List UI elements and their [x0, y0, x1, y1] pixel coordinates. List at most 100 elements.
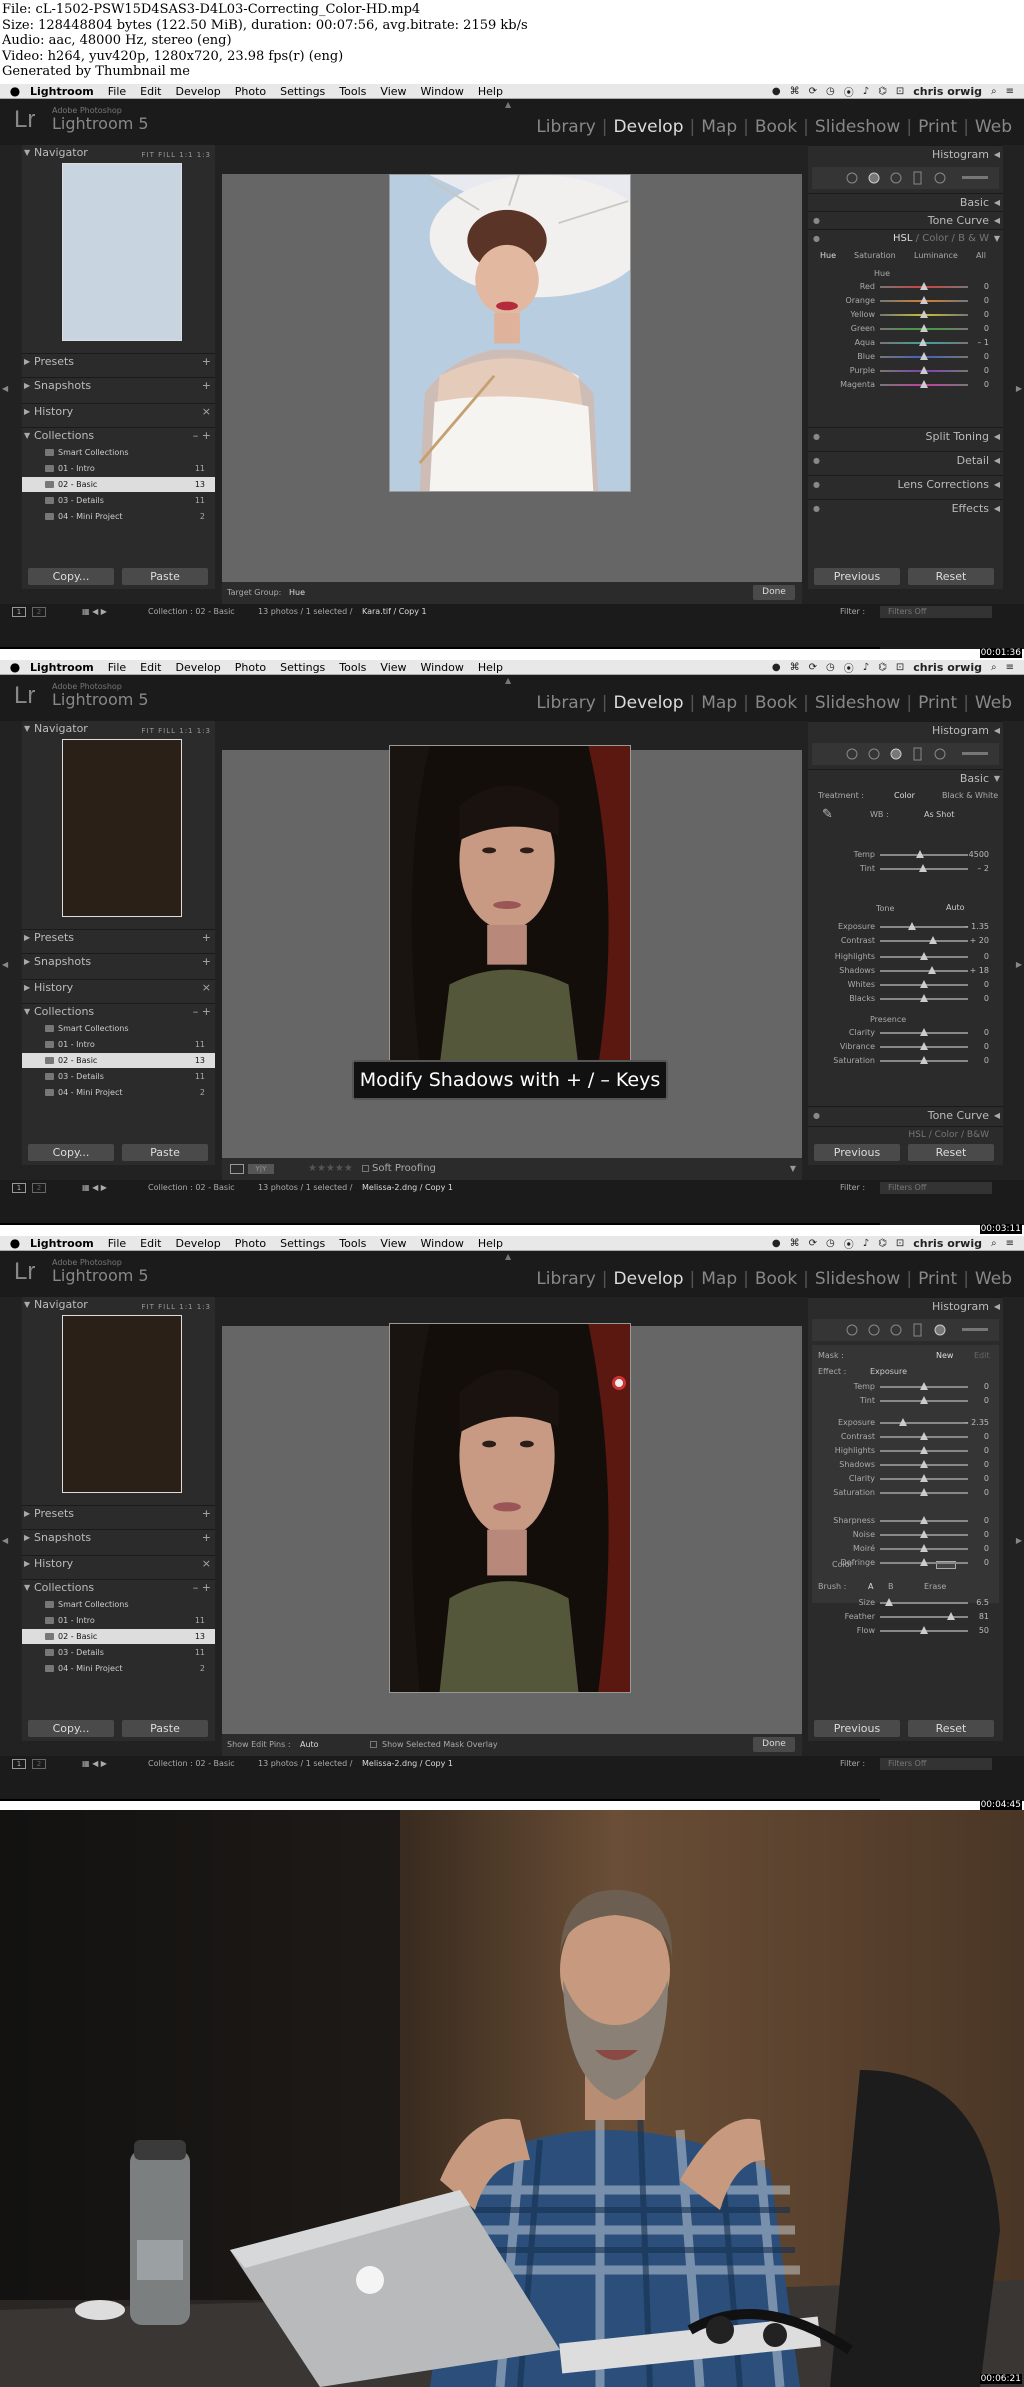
- slider-value[interactable]: 0: [959, 1529, 989, 1541]
- slider-row[interactable]: Defringe 0: [808, 1557, 1003, 1569]
- menu-item[interactable]: Window: [421, 85, 464, 98]
- module-book[interactable]: Book: [749, 117, 803, 137]
- slider-thumb[interactable]: [920, 1626, 928, 1634]
- previous-button[interactable]: Previous: [814, 1144, 900, 1161]
- brush-b-tab[interactable]: B: [888, 1582, 894, 1591]
- menu-item[interactable]: Photo: [235, 1237, 266, 1250]
- slider-value[interactable]: 50: [959, 1625, 989, 1637]
- collections-header[interactable]: ▼ Collections – +: [22, 1003, 215, 1019]
- snapshots-header[interactable]: ▶ Snapshots +: [22, 377, 215, 393]
- slider-value[interactable]: – 1: [959, 337, 989, 349]
- slider-thumb[interactable]: [907, 922, 916, 930]
- before-after-icon[interactable]: Y|Y: [248, 1164, 274, 1174]
- grid-icon[interactable]: ▦ ◀ ▶: [82, 604, 107, 620]
- tab-hue[interactable]: Hue: [820, 251, 836, 260]
- slider-thumb[interactable]: [947, 1612, 956, 1620]
- menu-item[interactable]: File: [108, 1237, 126, 1250]
- menu-item[interactable]: File: [108, 85, 126, 98]
- collection-item[interactable]: 02 - Basic 13: [22, 1629, 215, 1644]
- slider-row[interactable]: Magenta 0: [808, 379, 1003, 391]
- slider-thumb[interactable]: [920, 1474, 928, 1482]
- slider-track[interactable]: [880, 854, 968, 856]
- eyedropper-icon[interactable]: ✎: [822, 807, 840, 825]
- right-panel-toggle-icon[interactable]: ▶: [1016, 960, 1022, 969]
- switch-icon[interactable]: ●: [813, 500, 820, 517]
- split-toning-header[interactable]: ● Split Toning ◀: [808, 427, 1003, 444]
- slider-thumb[interactable]: [920, 952, 928, 960]
- status-icon[interactable]: ⊡: [896, 1238, 904, 1249]
- collection-path[interactable]: Collection : 02 - Basic: [148, 1756, 235, 1772]
- module-map[interactable]: Map: [695, 1269, 743, 1289]
- menu-item[interactable]: View: [380, 661, 406, 674]
- slider-row[interactable]: Orange 0: [808, 295, 1003, 307]
- right-panel-toggle-icon[interactable]: ▶: [1016, 1536, 1022, 1545]
- slider-row[interactable]: Saturation 0: [808, 1055, 1003, 1067]
- menu-item[interactable]: Photo: [235, 661, 266, 674]
- slider-row[interactable]: Yellow 0: [808, 309, 1003, 321]
- tone-curve-header[interactable]: ● Tone Curve ◀: [808, 211, 1003, 228]
- status-icon[interactable]: ⌬: [878, 86, 887, 97]
- paste-button[interactable]: Paste: [122, 1144, 208, 1161]
- module-slideshow[interactable]: Slideshow: [809, 1269, 906, 1289]
- status-icon[interactable]: ◷: [826, 662, 835, 673]
- slider-thumb[interactable]: [920, 310, 928, 318]
- snapshots-header[interactable]: ▶ Snapshots +: [22, 1529, 215, 1545]
- slider-value[interactable]: – 2: [959, 863, 989, 875]
- list-icon[interactable]: ≡: [1006, 86, 1014, 97]
- slider-row[interactable]: Saturation 0: [808, 1487, 1003, 1499]
- grid-icon[interactable]: ▦ ◀ ▶: [82, 1756, 107, 1772]
- slider-thumb[interactable]: [920, 296, 928, 304]
- toolbar-menu-icon[interactable]: ▼: [790, 1158, 796, 1180]
- user-name[interactable]: chris orwig: [913, 661, 982, 674]
- module-library[interactable]: Library: [530, 693, 601, 713]
- left-panel-toggle-icon[interactable]: ◀: [2, 960, 8, 969]
- module-slideshow[interactable]: Slideshow: [809, 117, 906, 137]
- collection-item[interactable]: 02 - Basic 13: [22, 1053, 215, 1068]
- slider-thumb[interactable]: [920, 282, 928, 290]
- snapshots-header[interactable]: ▶ Snapshots +: [22, 953, 215, 969]
- menu-item[interactable]: Window: [421, 661, 464, 674]
- menu-item[interactable]: Settings: [280, 1237, 325, 1250]
- chevron-up-icon[interactable]: ▲: [505, 100, 511, 109]
- add-icon[interactable]: +: [202, 930, 211, 946]
- collection-item[interactable]: 01 - Intro 11: [22, 461, 215, 476]
- slider-row[interactable]: Flow 50: [808, 1625, 1003, 1637]
- add-icon[interactable]: – +: [193, 428, 211, 444]
- add-icon[interactable]: +: [202, 378, 211, 394]
- monitor-1-icon[interactable]: 1: [12, 1759, 26, 1769]
- menu-item[interactable]: Edit: [140, 661, 161, 674]
- monitor-2-icon[interactable]: 2: [32, 1759, 46, 1769]
- presets-header[interactable]: ▶ Presets +: [22, 353, 215, 369]
- status-icon[interactable]: ⌬: [878, 1238, 887, 1249]
- history-header[interactable]: ▶ History ×: [22, 1555, 215, 1571]
- slider-row[interactable]: Green 0: [808, 323, 1003, 335]
- chevron-up-icon[interactable]: ▲: [505, 1252, 511, 1261]
- chevron-up-icon[interactable]: ▲: [505, 676, 511, 685]
- menu-item[interactable]: Settings: [280, 661, 325, 674]
- menu-item[interactable]: Tools: [339, 85, 366, 98]
- slider-value[interactable]: 0: [959, 1473, 989, 1485]
- status-icon[interactable]: ●: [772, 86, 781, 97]
- slider-value[interactable]: 0: [959, 1041, 989, 1053]
- menu-item[interactable]: Tools: [339, 1237, 366, 1250]
- zoom-modes[interactable]: FIT FILL 1:1 1:3: [142, 147, 211, 163]
- auto-button[interactable]: Auto: [946, 903, 965, 912]
- slider-thumb[interactable]: [927, 966, 936, 974]
- slider-thumb[interactable]: [920, 352, 928, 360]
- slider-track[interactable]: [880, 940, 968, 942]
- slider-row[interactable]: Vibrance 0: [808, 1041, 1003, 1053]
- loupe-view-icon[interactable]: [230, 1164, 244, 1174]
- add-icon[interactable]: +: [202, 1530, 211, 1546]
- add-icon[interactable]: +: [202, 954, 211, 970]
- current-file[interactable]: Melissa-2.dng / Copy 1: [362, 1180, 453, 1196]
- slider-row[interactable]: Clarity 0: [808, 1027, 1003, 1039]
- slider-row[interactable]: Highlights 0: [808, 1445, 1003, 1457]
- slider-value[interactable]: 0: [959, 281, 989, 293]
- slider-value[interactable]: 4500: [959, 849, 989, 861]
- presets-header[interactable]: ▶ Presets +: [22, 929, 215, 945]
- slider-row[interactable]: Whites 0: [808, 979, 1003, 991]
- navigator-header[interactable]: ▼ Navigator FIT FILL 1:1 1:3: [22, 1297, 215, 1313]
- slider-thumb[interactable]: [920, 1382, 928, 1390]
- menu-item[interactable]: File: [108, 661, 126, 674]
- filter-dropdown[interactable]: Filters Off: [880, 1758, 992, 1770]
